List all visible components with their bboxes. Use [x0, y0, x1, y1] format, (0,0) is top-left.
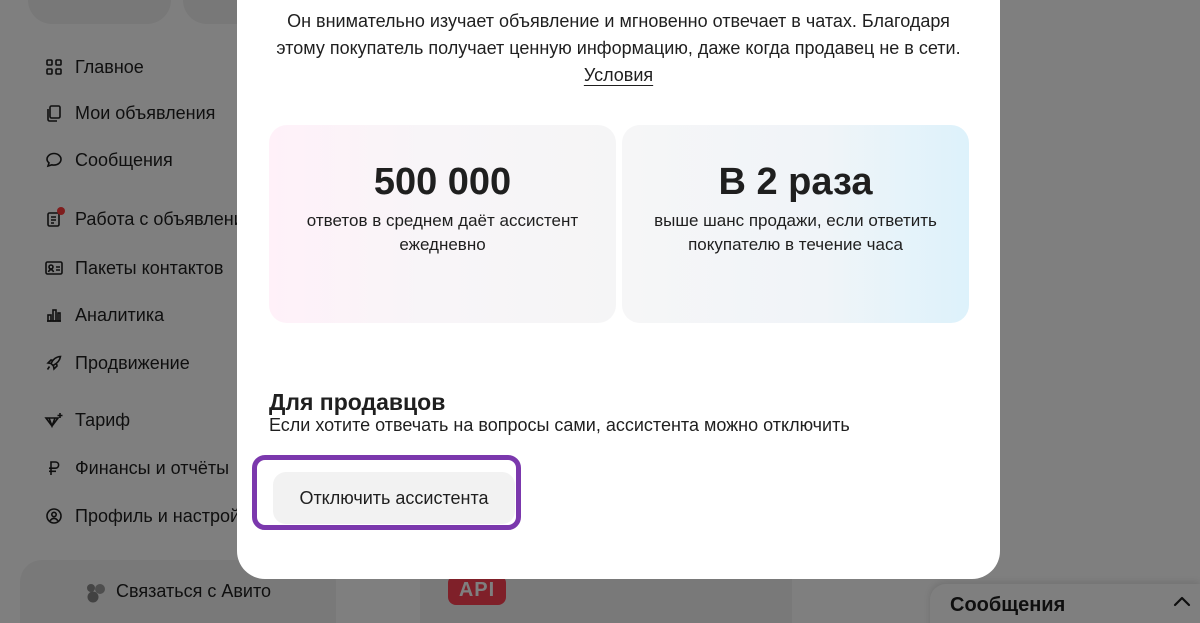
tariff-icon	[44, 410, 64, 430]
documents-icon	[44, 103, 64, 123]
listing-work-icon	[44, 207, 65, 229]
disable-assistant-highlight: Отключить ассистента	[252, 455, 521, 530]
sidebar-item-tariff[interactable]: Тариф	[44, 406, 130, 434]
assistant-description-text: Он внимательно изучает объявление и мгно…	[276, 11, 961, 58]
sidebar-item-listing-work[interactable]: Работа с объявлениями	[44, 205, 240, 233]
sidebar-item-finance[interactable]: Финансы и отчёты	[44, 454, 229, 482]
sidebar-item-promotion[interactable]: Продвижение	[44, 349, 190, 377]
sidebar-item-label: Работа с объявлениями	[75, 208, 240, 229]
sidebar-item-label: Аналитика	[75, 304, 165, 325]
stat-description: выше шанс продажи, если ответить покупат…	[654, 211, 937, 254]
sidebar: Главное Мои объявления Сообщения Работа …	[0, 0, 240, 623]
rocket-icon	[44, 353, 64, 373]
assistant-description: Он внимательно изучает объявление и мгно…	[267, 8, 970, 89]
contact-button-label: Связаться с Авито	[115, 581, 272, 601]
stat-card-replies: 500 000 ответов в среднем даёт ассистент…	[269, 125, 616, 323]
sidebar-item-messages[interactable]: Сообщения	[44, 146, 173, 174]
stat-description: ответов в среднем даёт ассистент ежеднев…	[306, 211, 579, 254]
profile-icon	[44, 506, 64, 526]
sidebar-item-label: Тариф	[75, 409, 131, 430]
sidebar-item-label: Продвижение	[75, 352, 190, 373]
sidebar-item-home[interactable]: Главное	[44, 53, 144, 81]
stat-value: 500 000	[373, 161, 512, 203]
messages-panel-title: Сообщения	[950, 594, 1066, 616]
assistant-modal: Он внимательно изучает объявление и мгно…	[237, 0, 1000, 579]
contact-card-icon	[44, 258, 64, 278]
sidebar-item-label: Мои объявления	[75, 102, 216, 123]
sidebar-item-label: Финансы и отчёты	[75, 457, 230, 478]
sidebar-item-label: Главное	[75, 56, 144, 77]
sidebar-item-analytics[interactable]: Аналитика	[44, 301, 164, 329]
disable-assistant-button[interactable]: Отключить ассистента	[273, 472, 515, 524]
sidebar-item-label: Сообщения	[75, 149, 173, 170]
chevron-up-icon[interactable]	[1172, 594, 1192, 610]
sellers-description: Если хотите отвечать на вопросы сами, ас…	[269, 415, 850, 435]
sidebar-item-my-listings[interactable]: Мои объявления	[44, 99, 215, 127]
page: Главное Мои объявления Сообщения Работа …	[0, 0, 1200, 623]
chat-icon	[44, 150, 64, 170]
sidebar-item-label: Пакеты контактов	[75, 257, 224, 278]
sidebar-item-profile[interactable]: Профиль и настройки	[44, 502, 240, 530]
sidebar-item-label: Профиль и настройки	[75, 505, 240, 526]
messages-panel[interactable]: Сообщения	[930, 584, 1200, 623]
ruble-icon	[44, 458, 64, 478]
api-badge[interactable]: API	[448, 575, 506, 605]
terms-link[interactable]: Условия	[584, 65, 653, 85]
stat-value: В 2 раза	[718, 161, 873, 203]
sellers-title: Для продавцов	[269, 389, 446, 416]
notification-dot	[57, 207, 65, 215]
sidebar-item-contact-packages[interactable]: Пакеты контактов	[44, 254, 223, 282]
analytics-icon	[44, 305, 64, 325]
avito-bubbles-icon	[85, 581, 109, 603]
stat-card-sales-chance: В 2 раза выше шанс продажи, если ответит…	[622, 125, 969, 323]
grid-icon	[44, 57, 64, 77]
